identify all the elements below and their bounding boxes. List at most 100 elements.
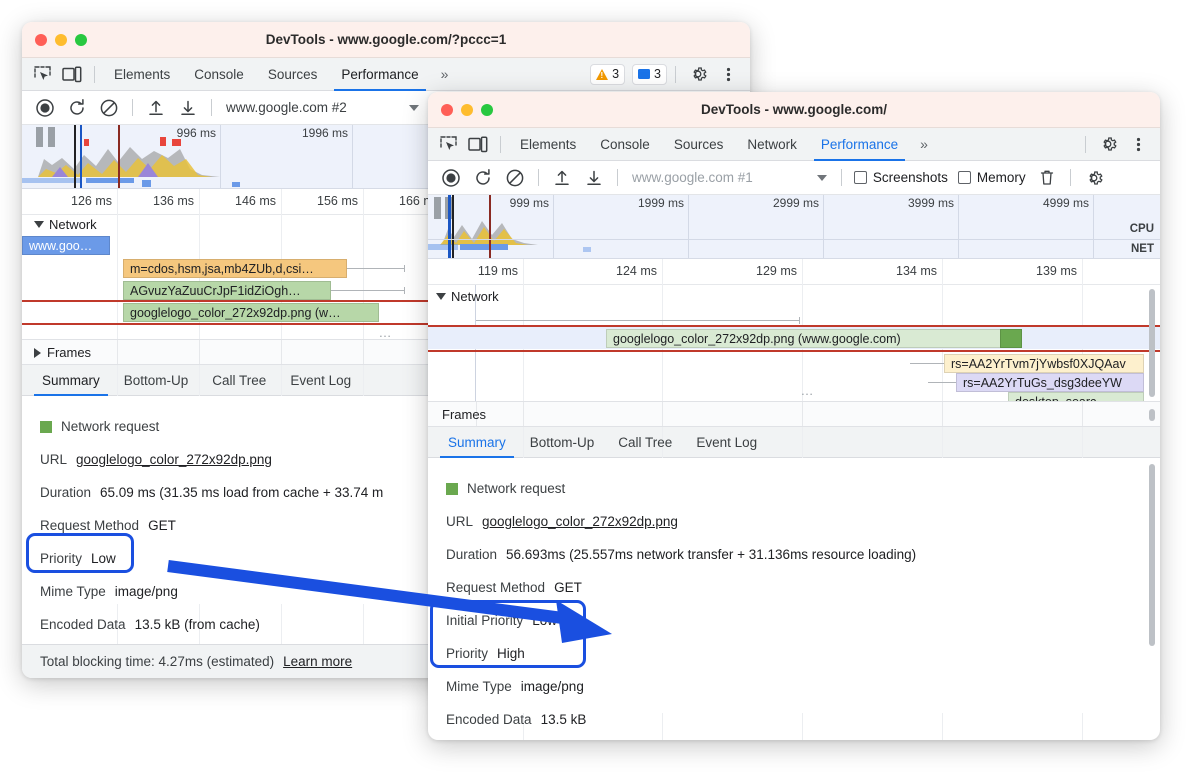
performance-toolbar-front[interactable]: www.google.com #1 Screenshots Memory [428,161,1160,195]
inspect-element-icon[interactable] [434,132,462,156]
ruler-tick: 126 ms [71,194,112,208]
titlebar-back[interactable]: DevTools - www.google.com/?pccc=1 [22,22,750,58]
titlebar-front[interactable]: DevTools - www.google.com/ [428,92,1160,128]
frames-scrollbar[interactable] [1149,409,1155,421]
close-window-button[interactable] [35,33,47,46]
record-button[interactable] [30,95,60,121]
message-badge[interactable]: 3 [632,63,667,85]
ruler-tick: 139 ms [1036,264,1077,278]
tabstrip-divider-2 [1085,135,1086,153]
timeline-event[interactable]: rs=AA2YrTvm7jYwbsf0XJQAav [944,354,1144,373]
tab-sources[interactable]: Sources [663,128,735,161]
overflow-indicator[interactable]: … [476,383,1140,398]
tab-console[interactable]: Console [589,128,661,161]
track-group-label: Network [451,289,499,304]
clear-recording-button[interactable] [94,95,124,121]
track-group-network[interactable]: Network [436,289,499,304]
overview-ruler: 999 ms 1999 ms 2999 ms 3999 ms 4999 ms [428,195,1160,215]
chevron-down-icon[interactable] [436,293,446,300]
more-tabs-icon[interactable]: » [432,58,458,91]
devtools-tabstrip-back[interactable]: Elements Console Sources Performance » 3… [22,58,750,91]
maximize-window-button[interactable] [481,103,493,116]
minimize-window-button[interactable] [461,103,473,116]
close-window-button[interactable] [441,103,453,116]
detail-tab-summary[interactable]: Summary [436,427,518,458]
more-tabs-icon[interactable]: » [911,128,937,161]
frames-group[interactable]: Frames [34,345,91,360]
event-tail [476,317,800,324]
recording-selector[interactable]: www.google.com #2 [220,96,353,120]
track-group-network[interactable]: Network [34,217,97,232]
timeline-event[interactable]: googlelogo_color_272x92dp.png (www.googl… [606,329,1008,348]
memory-label: Memory [976,170,1026,185]
reload-and-record-button[interactable] [62,95,92,121]
learn-more-link[interactable]: Learn more [283,654,352,669]
detail-tab-call-tree[interactable]: Call Tree [606,427,684,458]
more-options-icon[interactable] [714,62,742,86]
tab-elements[interactable]: Elements [509,128,587,161]
toolbar-divider-3 [840,169,842,186]
tab-console[interactable]: Console [183,58,255,91]
settings-gear-icon[interactable] [1094,132,1122,156]
detail-tab-bottom-up[interactable]: Bottom-Up [518,427,607,458]
save-profile-icon[interactable] [173,95,203,121]
more-options-icon[interactable] [1124,132,1152,156]
timeline-event[interactable]: www.goo… [22,236,110,255]
timeline-overview-front[interactable]: 999 ms 1999 ms 2999 ms 3999 ms 4999 ms C… [428,195,1160,259]
detail-tab-summary[interactable]: Summary [30,365,112,396]
devtools-window-front[interactable]: DevTools - www.google.com/ Elements Cons… [428,92,1160,740]
tab-performance[interactable]: Performance [810,128,909,161]
clear-recording-button[interactable] [500,165,530,191]
detail-tab-call-tree[interactable]: Call Tree [200,365,278,396]
summary-row-encoded-data: Encoded Data 13.5 kB [428,703,1160,736]
save-profile-icon[interactable] [579,165,609,191]
tab-performance[interactable]: Performance [330,58,429,91]
flame-scrollbar[interactable] [1149,289,1155,397]
details-tabs-front[interactable]: Summary Bottom-Up Call Tree Event Log [428,427,1160,458]
device-toolbar-icon[interactable] [58,62,86,86]
device-toolbar-icon[interactable] [464,132,492,156]
network-band-bar [460,244,508,250]
frames-group[interactable]: Frames [442,407,486,422]
reload-and-record-button[interactable] [468,165,498,191]
chevron-down-icon[interactable] [408,104,419,111]
tab-network[interactable]: Network [736,128,808,161]
recording-selector[interactable]: www.google.com #1 [626,166,759,190]
detail-tab-event-log[interactable]: Event Log [684,427,769,458]
inspect-element-icon[interactable] [28,62,56,86]
record-button[interactable] [436,165,466,191]
checkbox-box[interactable] [853,171,867,184]
timeline-event[interactable]: m=cdos,hsm,jsa,mb4ZUb,d,csi… [123,259,347,278]
load-profile-icon[interactable] [547,165,577,191]
summary-scrollbar[interactable] [1149,464,1155,646]
summary-row-mime-type: Mime Type image/png [428,670,1160,703]
tab-sources[interactable]: Sources [257,58,329,91]
screenshots-checkbox[interactable]: Screenshots [850,170,952,185]
timeline-event[interactable]: AGvuzYaZuuCrJpF1idZiOgh… [123,281,331,300]
url-link[interactable]: googlelogo_color_272x92dp.png [482,514,678,529]
chevron-right-icon[interactable] [34,347,41,358]
capture-settings-gear-icon[interactable] [1079,165,1109,191]
devtools-tabstrip-front[interactable]: Elements Console Sources Network Perform… [428,128,1160,161]
frames-label: Frames [442,407,487,422]
url-link[interactable]: googlelogo_color_272x92dp.png [76,452,272,467]
memory-checkbox[interactable]: Memory [954,170,1030,185]
detail-tab-event-log[interactable]: Event Log [278,365,363,396]
chevron-down-icon[interactable] [34,221,44,228]
detail-tab-bottom-up[interactable]: Bottom-Up [112,365,201,396]
maximize-window-button[interactable] [75,33,87,46]
warning-badge[interactable]: 3 [590,63,626,85]
flame-chart-front[interactable]: Network googlelogo_color_272x92dp.png (w… [428,285,1160,401]
settings-gear-icon[interactable] [684,62,712,86]
tab-elements[interactable]: Elements [103,58,181,91]
window-controls-front[interactable] [428,103,493,116]
checkbox-box[interactable] [957,171,971,184]
chevron-down-icon[interactable] [816,174,827,181]
row-value: GET [554,580,582,595]
trash-icon[interactable] [1032,165,1062,191]
window-controls-back[interactable] [22,33,87,46]
timeline-event[interactable]: googlelogo_color_272x92dp.png (w… [123,303,379,322]
frames-track-front[interactable]: Frames [428,401,1160,427]
load-profile-icon[interactable] [141,95,171,121]
minimize-window-button[interactable] [55,33,67,46]
